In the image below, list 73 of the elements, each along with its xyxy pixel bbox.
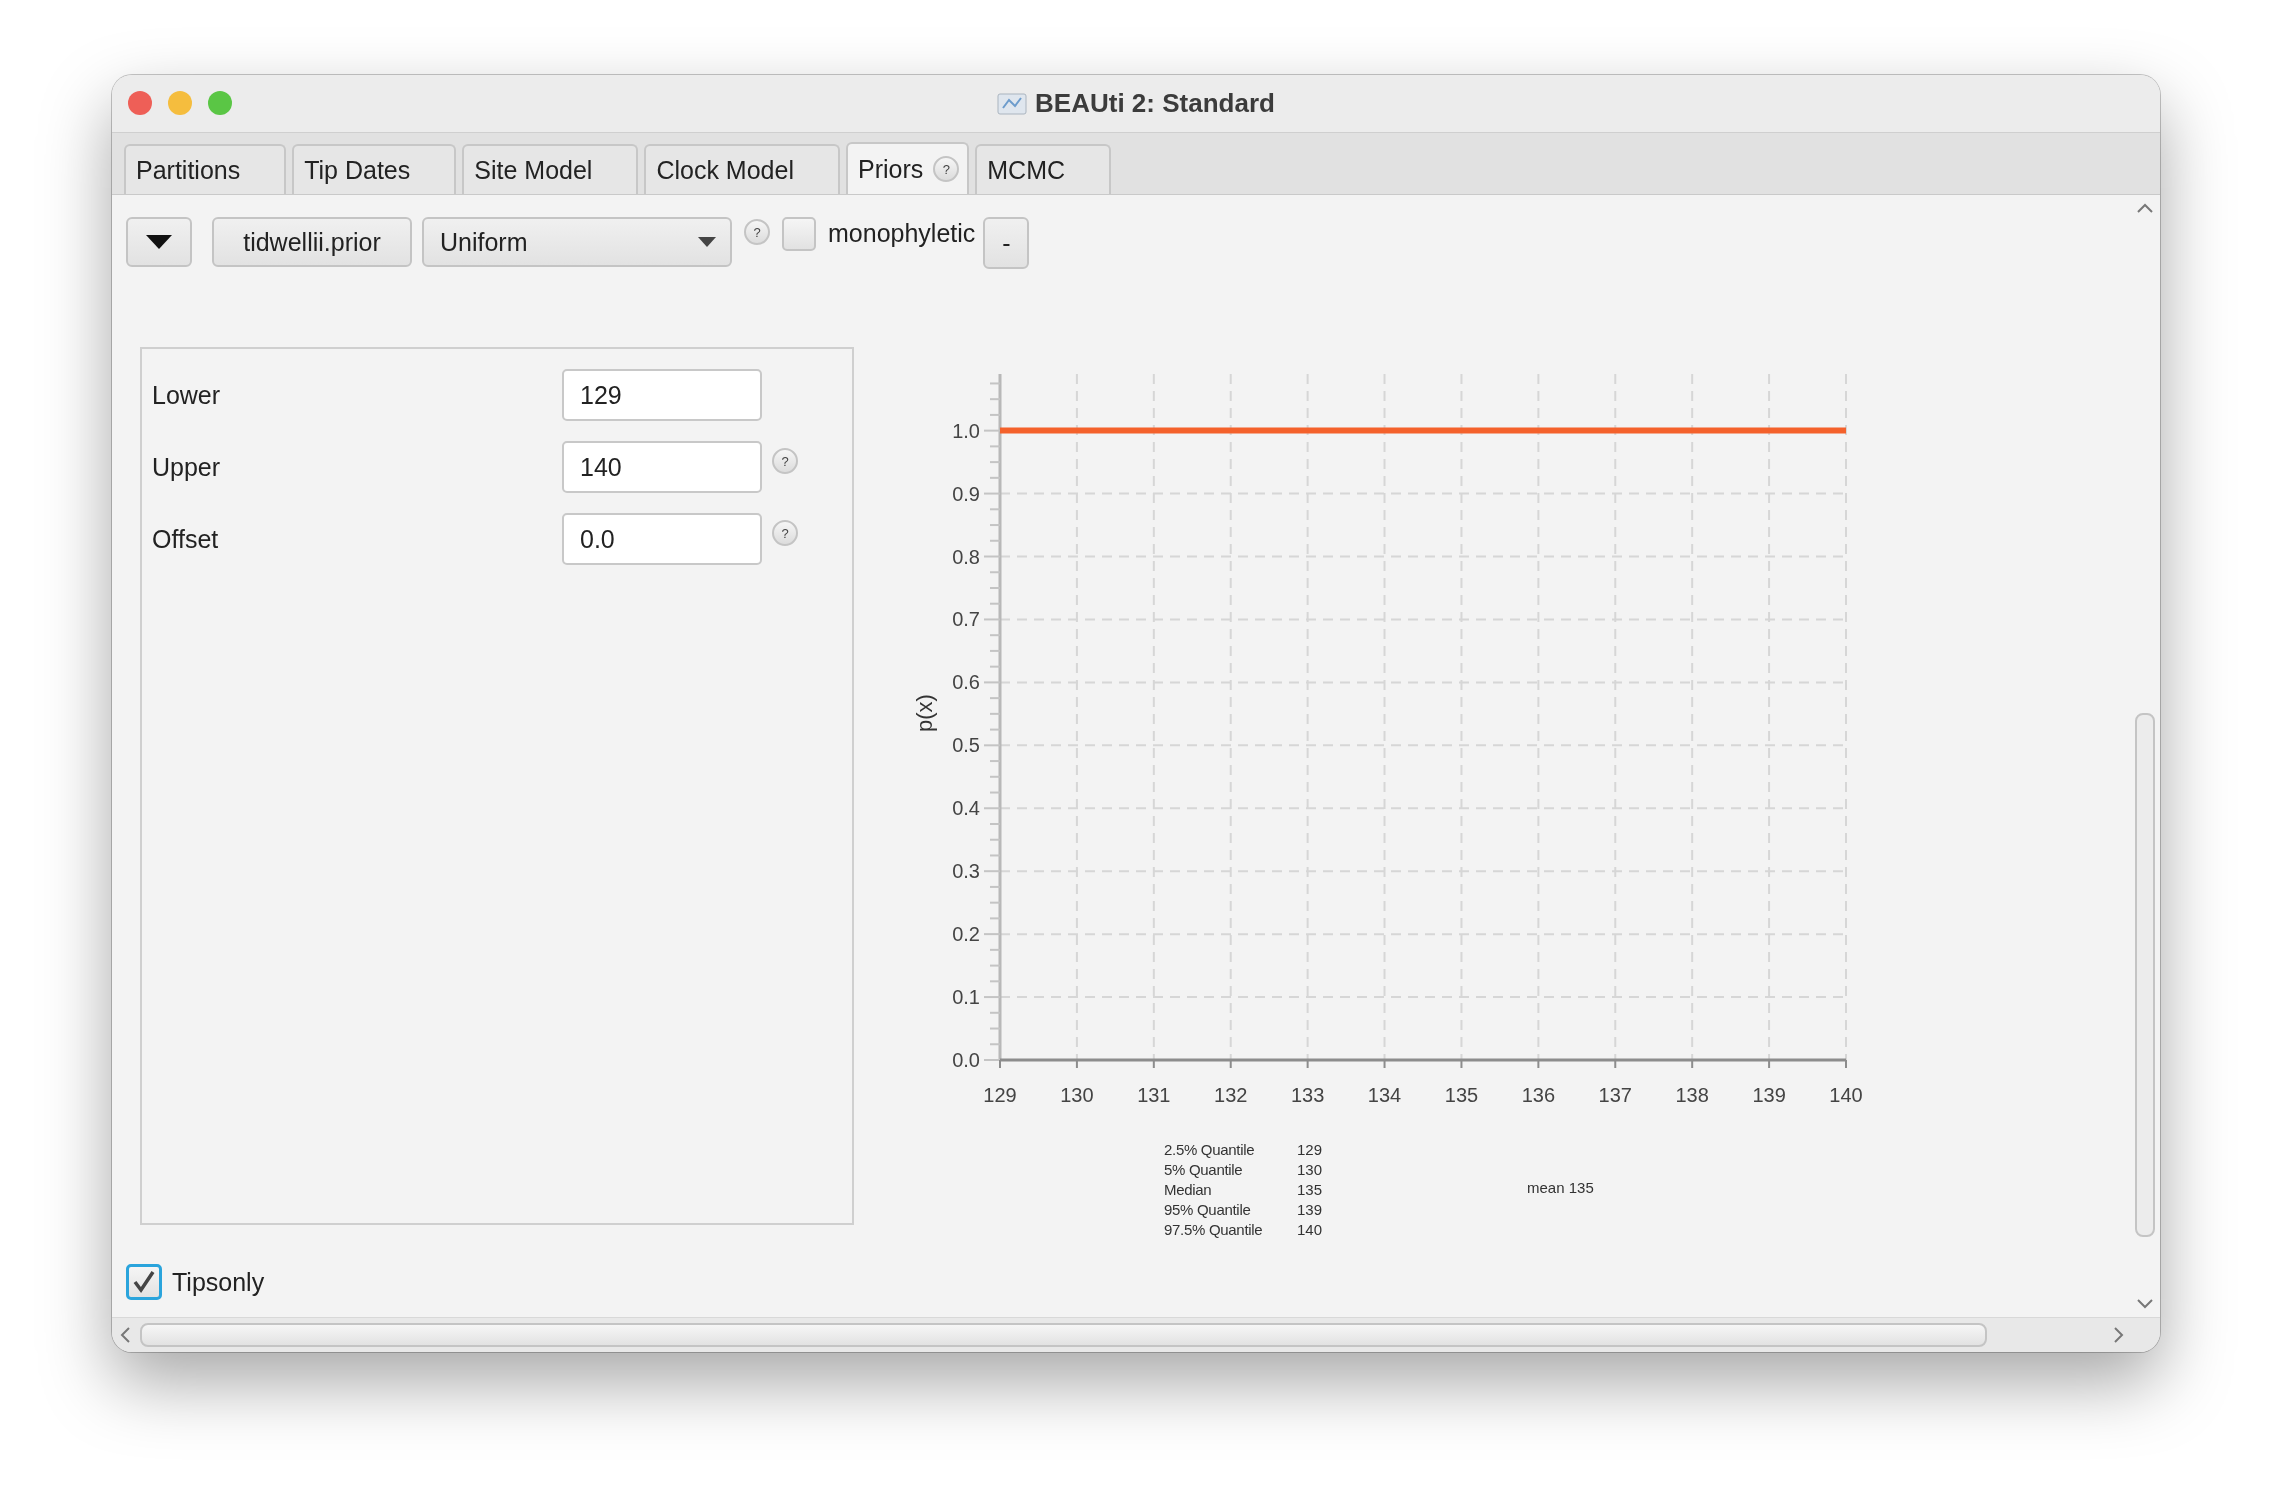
x-tick-label: 134 [1367,1084,1402,1106]
y-tick-label: 0.7 [952,608,980,631]
input-field[interactable]: 140 [562,441,762,493]
x-tick-label: 130 [1060,1084,1094,1106]
scrollbar-thumb[interactable] [2135,713,2155,1237]
y-tick-label: 0.0 [952,1049,980,1071]
checkbox-label: monophyletic [828,219,976,248]
quantile-value: 140 [1297,1220,1323,1238]
horizontal-scrollbar[interactable] [112,1317,2160,1352]
tab[interactable]: Partitions [124,144,287,194]
quantile-value: 139 [1297,1200,1323,1218]
y-tick-label: 0.3 [952,860,980,883]
x-tick-label: 137 [1598,1084,1632,1106]
quantile-label: 97.5% Quantile [1164,1220,1264,1238]
minimize-button[interactable] [168,91,192,115]
y-tick-label: 0.8 [952,545,980,568]
input-field[interactable]: 129 [562,369,762,421]
y-tick-label: 0.9 [952,482,980,505]
scroll-right-icon[interactable] [2114,1327,2124,1343]
monophyletic-checkbox[interactable] [782,217,816,251]
tipsonly-checkbox[interactable] [126,1264,162,1300]
quantile-label: 95% Quantile [1164,1200,1252,1218]
expand-button[interactable] [126,217,192,267]
prior-name-button[interactable]: tidwellii.prior [212,217,412,267]
y-tick-label: 0.4 [952,797,980,820]
quantile-label: 5% Quantile [1164,1160,1244,1178]
x-tick-label: 139 [1752,1084,1786,1106]
y-tick-label: 0.2 [952,923,980,946]
x-tick-label: 132 [1214,1084,1248,1106]
x-tick-label: 135 [1444,1084,1479,1106]
tab[interactable]: Clock Model [644,144,840,194]
y-tick-label: 0.5 [952,734,980,757]
tab[interactable]: Tip Dates [292,144,457,194]
parameter-label: Upper [152,452,222,482]
zoom-button[interactable] [208,91,232,115]
checkbox-label: Tipsonly [172,1267,265,1297]
quantile-label: Median [1164,1180,1213,1198]
input-field[interactable]: 0.0 [562,513,762,565]
parameter-label: Offset [152,524,220,554]
x-tick-label: 129 [983,1084,1017,1106]
y-tick-label: 0.6 [952,671,980,694]
quantile-value: 129 [1297,1140,1323,1158]
scrollbar-thumb[interactable] [140,1323,1987,1347]
mean-value: mean 135 [1527,1179,1594,1196]
help-button[interactable]: ? [772,520,798,546]
y-axis-label: p(x) [912,694,937,732]
y-tick-label: 0.1 [952,986,980,1009]
quantile-label: 2.5% Quantile [1164,1140,1256,1158]
scroll-down-icon[interactable] [2137,1299,2153,1309]
x-tick-label: 136 [1521,1084,1556,1106]
parameter-label: Lower [152,380,222,410]
y-tick-label: 1.0 [952,419,980,442]
remove-button[interactable]: - [983,217,1030,269]
window-title: BEAUti 2: Standard [1035,88,1275,119]
distribution-dropdown[interactable]: Uniform [422,217,732,267]
tab[interactable]: Priors ? [845,142,970,194]
x-tick-label: 133 [1290,1084,1325,1106]
tab[interactable]: Site Model [462,144,639,194]
quantile-value: 135 [1297,1180,1323,1198]
x-tick-label: 140 [1829,1084,1863,1106]
help-button[interactable]: ? [744,219,770,245]
x-tick-label: 138 [1675,1084,1709,1106]
scroll-up-icon[interactable] [2137,203,2153,213]
scroll-left-icon[interactable] [120,1327,130,1343]
quantile-value: 130 [1297,1160,1323,1178]
caret-icon [146,235,172,249]
close-button[interactable] [128,91,152,115]
help-button[interactable]: ? [933,156,960,182]
x-tick-label: 131 [1137,1084,1171,1106]
tab[interactable]: MCMC [975,144,1112,194]
app-icon [997,91,1028,116]
caret-icon [698,237,716,247]
help-button[interactable]: ? [772,448,798,474]
